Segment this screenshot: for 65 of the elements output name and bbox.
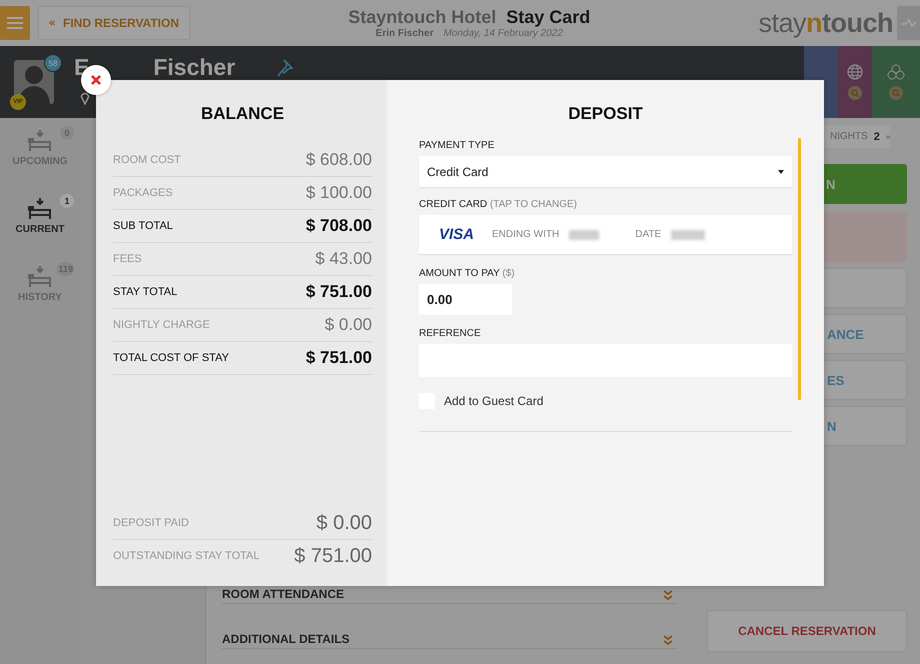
row-value: $ 751.00 [306,282,372,302]
nights-label: NIGHTS [830,131,868,142]
section-header[interactable]: ADDITIONAL DETAILS [222,604,677,649]
row-label: PACKAGES [113,187,173,199]
nights-count: 2 [874,130,880,142]
wave-icon [900,18,916,28]
row-value: $ 751.00 [294,544,372,568]
field-label: REFERENCE [419,328,482,339]
search-icon [889,86,903,100]
location-pin-icon [80,91,90,105]
row-value: $ 0.00 [316,512,372,534]
globe-icon [847,64,863,80]
double-chevron-down-icon [663,635,673,645]
card-brand: VISA [439,226,474,243]
payment-type-dropdown[interactable]: Credit Card [419,156,792,187]
row-label: DEPOSIT PAID [113,517,190,529]
card-label: ENDING WITH [492,229,560,240]
row-value: $ 708.00 [306,216,372,236]
checkbox-label: Add to Guest Card [444,394,544,408]
row-label: TOTAL COST OF STAY [113,352,229,364]
double-chevron-down-icon [663,590,673,600]
row-label: FEES [113,253,142,265]
cancel-reservation-button[interactable]: CANCEL RESERVATION [707,610,907,652]
tile[interactable] [872,46,920,118]
row-value: $ 608.00 [306,150,372,170]
hotel-name: Stayntouch Hotel [348,7,496,28]
pin-icon [277,58,294,76]
menu-button[interactable] [0,6,30,40]
guest-name: Erin Fischer [376,28,434,39]
row-label: OUTSTANDING STAY TOTAL [113,550,260,562]
close-icon [91,75,101,85]
caret-down-icon [778,170,784,174]
blurred-text [569,230,600,240]
row-label: STAY TOTAL [113,286,178,298]
row-value: $ 100.00 [306,183,372,203]
page-title: Stay Card [506,7,590,28]
menu-icon [7,16,23,30]
row-label: ROOM COST [113,154,181,166]
loyalty-badge: 58 [44,54,62,72]
card-label: DATE [635,229,662,240]
blurred-text [671,230,706,240]
search-icon [848,86,862,100]
last-name: Fischer [153,54,236,81]
tile[interactable] [838,46,872,118]
activity-button[interactable] [897,6,920,40]
panel-title: DEPOSIT [567,104,644,124]
field-label: PAYMENT TYPE [419,140,496,151]
row-value: $ 0.00 [324,315,372,335]
row-value: $ 751.00 [306,348,372,368]
count-badge: 1 [60,194,74,208]
sidebar-item[interactable]: CURRENT 1 [0,194,80,262]
field-label: AMOUNT TO PAY ($) [419,268,516,279]
bed-icon [27,266,53,288]
amount-field[interactable]: 0.00 [419,284,512,315]
date-text: Monday, 14 February 2022 [443,28,563,39]
row-label: SUB TOTAL [113,220,173,232]
bed-icon [27,130,53,152]
logo: stayntouch [758,8,893,38]
panel-title: BALANCE [200,104,286,124]
bed-icon [27,198,53,220]
field-label: CREDIT CARD (TAP TO CHANGE) [419,199,578,210]
row-label: NIGHTLY CHARGE [113,319,210,331]
row-value: $ 43.00 [315,249,372,269]
circles-icon [887,64,905,80]
credit-card-box[interactable]: VISA ENDING WITH DATE [419,215,792,254]
